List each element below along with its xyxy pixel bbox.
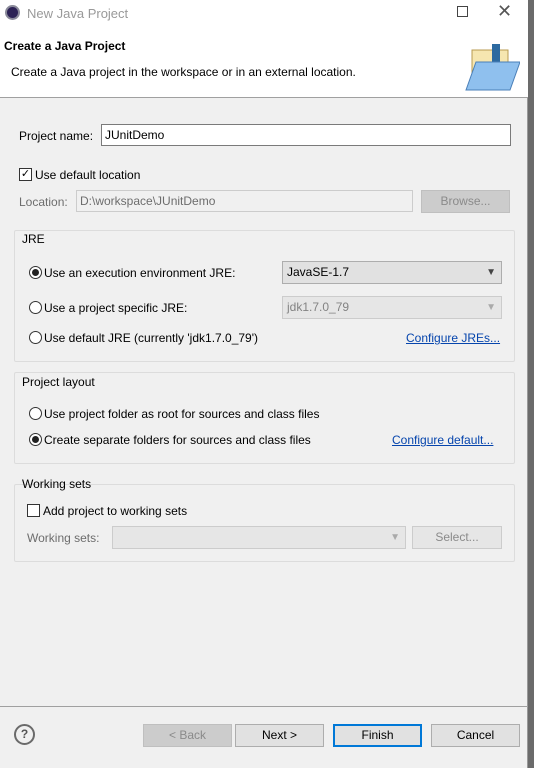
use-default-location-checkbox[interactable]: ✓	[19, 168, 32, 181]
execution-env-combo[interactable]: JavaSE-1.7 ▼	[282, 261, 502, 284]
location-input[interactable]: D:\workspace\JUnitDemo	[76, 190, 413, 212]
window-title: New Java Project	[27, 6, 129, 21]
execution-env-radio[interactable]	[29, 266, 42, 279]
maximize-button[interactable]	[457, 6, 468, 17]
jre-group-title: JRE	[22, 232, 45, 246]
project-name-input[interactable]: JUnitDemo	[101, 124, 511, 146]
configure-default-link[interactable]: Configure default...	[392, 433, 493, 447]
project-folder-root-label: Use project folder as root for sources a…	[44, 407, 320, 421]
eclipse-icon	[5, 5, 20, 20]
separate-folders-label: Create separate folders for sources and …	[44, 433, 311, 447]
cancel-button[interactable]: Cancel	[431, 724, 520, 747]
title-bar: New Java Project ✕	[0, 0, 528, 26]
select-working-sets-button[interactable]: Select...	[412, 526, 502, 549]
chevron-down-icon: ▼	[390, 532, 400, 543]
next-button[interactable]: Next >	[235, 724, 324, 747]
project-name-label: Project name:	[19, 129, 94, 143]
working-sets-group	[14, 484, 515, 562]
back-button[interactable]: < Back	[143, 724, 232, 747]
location-label: Location:	[19, 195, 68, 209]
project-specific-jre-label: Use a project specific JRE:	[44, 301, 188, 315]
footer-separator	[0, 706, 528, 707]
execution-env-label: Use an execution environment JRE:	[44, 266, 236, 280]
add-to-working-sets-label: Add project to working sets	[43, 504, 188, 518]
project-folder-root-radio[interactable]	[29, 407, 42, 420]
project-specific-jre-combo[interactable]: jdk1.7.0_79 ▼	[282, 296, 502, 319]
chevron-down-icon: ▼	[486, 267, 496, 278]
banner-title: Create a Java Project	[4, 39, 126, 53]
execution-env-value: JavaSE-1.7	[287, 265, 350, 279]
finish-button[interactable]: Finish	[333, 724, 422, 747]
banner-description: Create a Java project in the workspace o…	[11, 65, 356, 79]
chevron-down-icon: ▼	[486, 302, 496, 313]
browse-button[interactable]: Browse...	[421, 190, 510, 213]
working-sets-label: Working sets:	[27, 531, 100, 545]
add-to-working-sets-checkbox[interactable]	[27, 504, 40, 517]
close-button[interactable]: ✕	[497, 1, 512, 22]
project-layout-title: Project layout	[22, 375, 95, 389]
default-jre-radio[interactable]	[29, 331, 42, 344]
project-specific-jre-radio[interactable]	[29, 301, 42, 314]
project-specific-jre-value: jdk1.7.0_79	[287, 300, 350, 314]
default-jre-label: Use default JRE (currently 'jdk1.7.0_79'…	[44, 331, 259, 345]
separate-folders-radio[interactable]	[29, 433, 42, 446]
working-sets-combo[interactable]: ▼	[112, 526, 406, 549]
help-button[interactable]: ?	[14, 724, 35, 745]
working-sets-title: Working sets	[22, 477, 92, 491]
wizard-banner: Create a Java Project Create a Java proj…	[0, 26, 528, 98]
configure-jres-link[interactable]: Configure JREs...	[406, 331, 500, 345]
java-folder-icon	[462, 44, 521, 92]
new-java-project-dialog: New Java Project ✕ Create a Java Project…	[0, 0, 528, 768]
use-default-location-label: Use default location	[35, 168, 141, 182]
